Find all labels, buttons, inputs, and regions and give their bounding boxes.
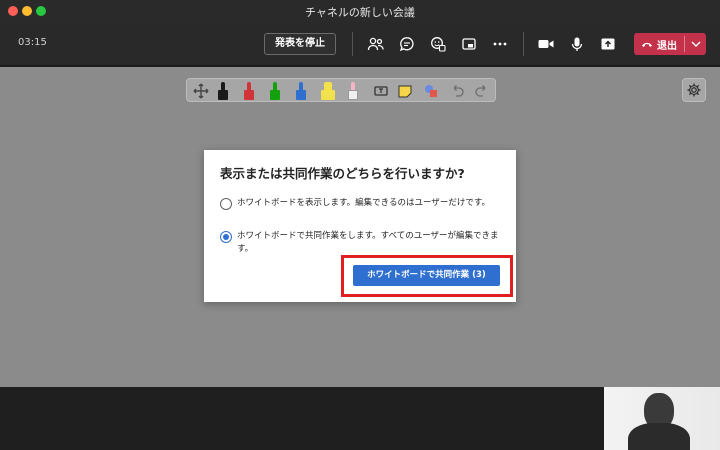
- meeting-toolbar: 03:15 発表を停止 退出: [0, 22, 720, 66]
- more-icon[interactable]: [490, 34, 510, 54]
- share-tray-icon[interactable]: [459, 34, 479, 54]
- share-mode-dialog: 表示または共同作業のどちらを行いますか? ホワイトボードを表示します。編集できる…: [204, 150, 516, 302]
- leave-divider: [684, 36, 685, 52]
- leave-label: 退出: [657, 40, 677, 52]
- toolbar-divider: [352, 32, 353, 56]
- green-pen[interactable]: [267, 81, 283, 101]
- mic-icon[interactable]: [567, 34, 587, 54]
- people-icon[interactable]: [366, 34, 386, 54]
- leave-button[interactable]: 退出: [634, 33, 706, 55]
- whiteboard-toolbar: [186, 78, 496, 102]
- shapes-icon[interactable]: [421, 81, 441, 101]
- redo-icon[interactable]: [472, 81, 492, 101]
- undo-icon[interactable]: [447, 81, 467, 101]
- leave-main[interactable]: 退出: [634, 33, 684, 55]
- red-pen[interactable]: [241, 81, 257, 101]
- radio-view-only[interactable]: [220, 198, 232, 210]
- gear-icon[interactable]: [682, 78, 706, 102]
- sticky-note-icon[interactable]: [395, 81, 415, 101]
- share-icon[interactable]: [598, 34, 618, 54]
- radio-collaborate[interactable]: [220, 231, 232, 243]
- move-icon[interactable]: [191, 81, 211, 101]
- eraser[interactable]: [345, 81, 361, 101]
- text-icon[interactable]: [371, 81, 391, 101]
- toolbar-divider: [523, 32, 524, 56]
- chevron-down-icon[interactable]: [686, 33, 706, 55]
- chat-icon[interactable]: [397, 34, 417, 54]
- window-title: チャネルの新しい会議: [305, 6, 415, 19]
- stop-presenting-button[interactable]: 発表を停止: [264, 33, 336, 55]
- camera-icon[interactable]: [536, 34, 556, 54]
- participant-body: [628, 423, 690, 450]
- black-pen[interactable]: [215, 81, 231, 101]
- reactions-icon[interactable]: [428, 34, 448, 54]
- hangup-icon: [642, 42, 652, 47]
- self-view-video: [604, 387, 720, 450]
- window-titlebar: チャネルの新しい会議: [0, 0, 720, 22]
- blue-pen[interactable]: [293, 81, 309, 101]
- option-view-only-label: ホワイトボードを表示します。編集できるのはユーザーだけです。: [237, 198, 490, 208]
- option-collaborate-label: ホワイトボードで共同作業をします。すべてのユーザーが編集できます。: [237, 231, 499, 254]
- meeting-timer: 03:15: [18, 37, 47, 48]
- yellow-highlighter[interactable]: [319, 81, 337, 101]
- dialog-title: 表示または共同作業のどちらを行いますか?: [220, 166, 465, 181]
- collaborate-button[interactable]: ホワイトボードで共同作業 (3): [353, 265, 500, 286]
